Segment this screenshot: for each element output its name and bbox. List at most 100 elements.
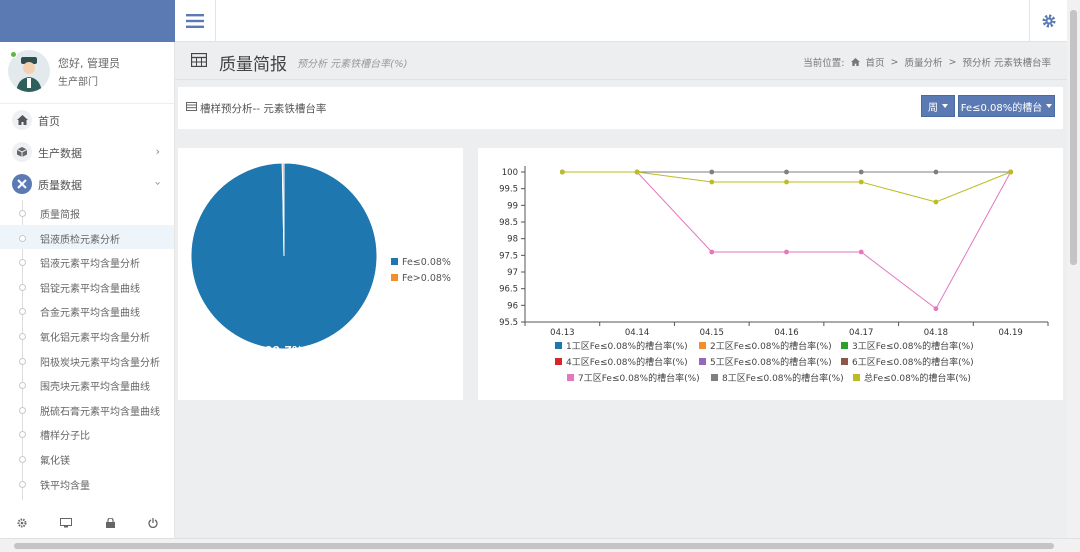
sidebar-subitem[interactable]: 铝液质检元素分析 xyxy=(0,224,174,250)
submenu-dot-icon xyxy=(19,480,26,488)
breadcrumb: 当前位置: 首页 > 质量分析 > 预分析 元素铁槽台率 xyxy=(803,55,1051,70)
legend-swatch xyxy=(567,374,574,381)
period-dropdown-button[interactable]: 周 xyxy=(921,95,955,117)
logo-area xyxy=(0,0,175,42)
page-header: 质量简报 预分析 元素铁槽台率(%) 当前位置: 首页 > 质量分析 > 预分析… xyxy=(175,42,1067,80)
series-line xyxy=(562,171,1011,203)
submenu-dot-icon xyxy=(19,234,26,242)
legend-label: 5工区Fe≤0.08%的槽台率(%) xyxy=(710,356,832,368)
sidebar: 您好, 管理员 生产部门 首页 生产数据 › 质量数据 › 质量简报 铝液质检元素… xyxy=(0,42,175,538)
legend-swatch xyxy=(853,374,860,381)
breadcrumb-separator: > xyxy=(948,56,957,68)
sidebar-subitem[interactable]: 铝液元素平均含量分析 xyxy=(0,249,174,274)
filter-dropdown-button[interactable]: Fe≤0.08%的槽台 xyxy=(958,95,1055,117)
sidebar-toggle-button[interactable] xyxy=(175,0,216,42)
sidebar-footer xyxy=(0,508,175,538)
monitor-icon[interactable] xyxy=(60,518,73,528)
legend-swatch xyxy=(391,274,398,281)
breadcrumb-home-link[interactable]: 首页 xyxy=(866,55,885,69)
legend-swatch xyxy=(555,358,562,365)
sidebar-subitem[interactable]: 合金元素平均含量曲线 xyxy=(0,298,174,323)
data-point xyxy=(933,169,939,175)
sidebar-subitem[interactable]: 质量简报 xyxy=(0,200,174,225)
sidebar-subitem[interactable]: 槽样分子比 xyxy=(0,421,174,446)
filter-dropdown-label: Fe≤0.08%的槽台 xyxy=(960,102,1043,114)
pie-chart: 99.7% Fe≤0.08% Fe>0.08% xyxy=(190,162,451,357)
sidebar-subitem-label: 合金元素平均含量曲线 xyxy=(40,308,140,320)
y-tick-label: 100 xyxy=(502,168,518,178)
home-icon xyxy=(850,58,860,66)
pie-data-label: 99.7% xyxy=(265,344,303,357)
gear-icon xyxy=(1042,14,1055,28)
submenu-dot-icon xyxy=(19,332,26,340)
submenu-dot-icon xyxy=(19,259,26,267)
page-title: 质量简报 xyxy=(219,55,287,75)
sidebar-subitem-label: 铝液元素平均含量分析 xyxy=(40,259,140,271)
period-dropdown-label: 周 xyxy=(928,102,938,114)
user-department: 生产部门 xyxy=(58,77,98,88)
y-tick-label: 98 xyxy=(507,235,518,245)
legend-label: Fe≤0.08% xyxy=(402,257,451,268)
sidebar-subitem[interactable]: 铝锭元素平均含量曲线 xyxy=(0,274,174,299)
sidebar-subitem-label: 氟化镁 xyxy=(40,455,70,467)
home-icon xyxy=(12,110,32,130)
sidebar-subitem[interactable]: 氧化铝元素平均含量分析 xyxy=(0,323,174,348)
sidebar-subitem[interactable]: 氟化镁 xyxy=(0,446,174,471)
scrollbar-thumb[interactable] xyxy=(1070,10,1077,265)
power-icon[interactable] xyxy=(148,518,158,528)
legend-label: 1工区Fe≤0.08%的槽台率(%) xyxy=(566,340,688,352)
legend-label: 7工区Fe≤0.08%的槽台率(%) xyxy=(578,372,700,384)
x-tick-label: 04.16 xyxy=(774,328,798,338)
sidebar-subitem[interactable]: 围壳块元素平均含量曲线 xyxy=(0,372,174,397)
submenu-dot-icon xyxy=(19,308,26,316)
breadcrumb-level1-link[interactable]: 质量分析 xyxy=(904,55,942,69)
legend-swatch xyxy=(699,358,706,365)
panel-title: 槽样预分析-- 元素铁槽台率 xyxy=(200,103,327,115)
horizontal-scrollbar[interactable] xyxy=(0,538,1080,552)
legend-swatch xyxy=(699,342,706,349)
pie-chart-panel: 99.7% Fe≤0.08% Fe>0.08% xyxy=(178,148,463,400)
sidebar-subitem[interactable]: 脱硫石膏元素平均含量曲线 xyxy=(0,397,174,422)
legend-label: 8工区Fe≤0.08%的槽台率(%) xyxy=(722,372,844,384)
data-point xyxy=(709,179,715,185)
data-point xyxy=(858,169,864,175)
data-point xyxy=(858,249,864,255)
gear-icon[interactable] xyxy=(17,518,27,528)
table-icon xyxy=(186,102,197,111)
quality-icon xyxy=(12,174,32,194)
submenu-dot-icon xyxy=(19,455,26,463)
sidebar-subitem-label: 氧化铝元素平均含量分析 xyxy=(40,332,150,344)
sidebar-subitem-label: 脱硫石膏元素平均含量曲线 xyxy=(40,406,160,418)
sidebar-item-quality-data[interactable]: 质量数据 › xyxy=(0,168,174,200)
data-point xyxy=(709,249,715,255)
caret-down-icon xyxy=(1046,104,1053,108)
lock-icon[interactable] xyxy=(105,518,115,528)
legend-swatch xyxy=(391,258,398,265)
top-navbar xyxy=(175,0,1067,42)
chevron-right-icon: › xyxy=(155,145,160,158)
settings-button[interactable] xyxy=(1029,0,1067,42)
sidebar-subitem-label: 铁平均含量 xyxy=(40,480,90,492)
cube-icon xyxy=(12,142,32,162)
sidebar-subitem[interactable]: 阳极炭块元素平均含量分析 xyxy=(0,348,174,373)
submenu-dot-icon xyxy=(19,431,26,439)
sidebar-item-production-data[interactable]: 生产数据 › xyxy=(0,136,174,168)
x-tick-label: 04.15 xyxy=(700,328,724,338)
data-point xyxy=(858,179,864,185)
line-chart: 95.5 96 96.5 97 97.5 98 98.5 99 99.5 100 04.13 04.1… xyxy=(499,166,1049,384)
legend-label: 2工区Fe≤0.08%的槽台率(%) xyxy=(710,340,832,352)
sidebar-item-home[interactable]: 首页 xyxy=(0,104,174,136)
vertical-scrollbar[interactable] xyxy=(1067,0,1080,538)
legend-label: 6工区Fe≤0.08%的槽台率(%) xyxy=(852,356,974,368)
scrollbar-thumb[interactable] xyxy=(14,543,1054,549)
app-window: 您好, 管理员 生产部门 首页 生产数据 › 质量数据 › 质量简报 铝液质检元素… xyxy=(0,0,1080,552)
sidebar-item-label: 质量数据 xyxy=(38,179,82,192)
legend-swatch xyxy=(841,342,848,349)
legend-label: 总Fe≤0.08%的槽台率(%) xyxy=(864,372,971,384)
y-tick-label: 97 xyxy=(507,268,518,278)
submenu-dot-icon xyxy=(19,406,26,414)
sidebar-subitem[interactable]: 铁平均含量 xyxy=(0,471,174,496)
legend-label: 4工区Fe≤0.08%的槽台率(%) xyxy=(566,356,688,368)
line-chart-panel: 95.5 96 96.5 97 97.5 98 98.5 99 99.5 100 04.13 04.1… xyxy=(478,148,1063,400)
sidebar-subitem-label: 槽样分子比 xyxy=(40,431,90,443)
